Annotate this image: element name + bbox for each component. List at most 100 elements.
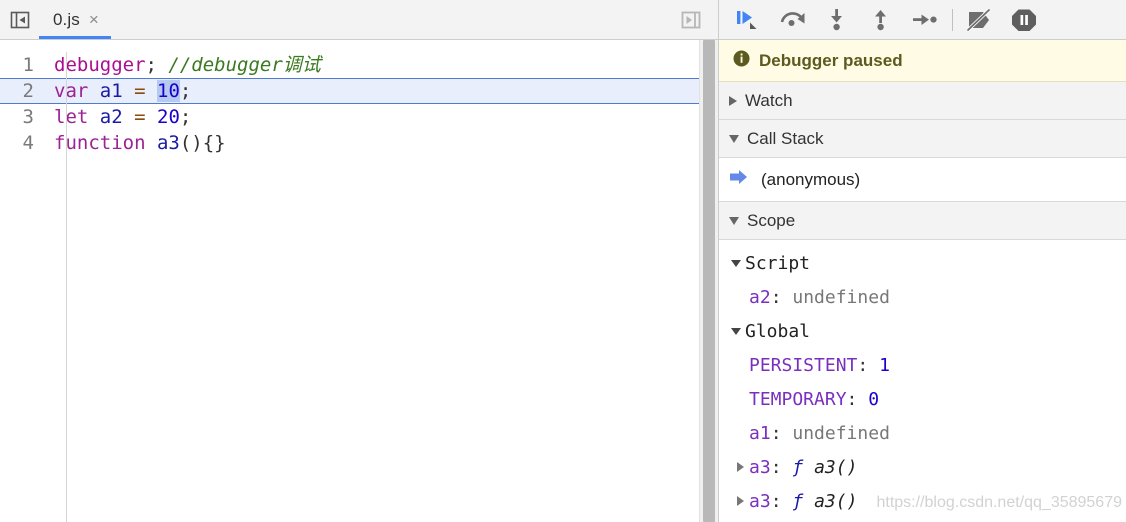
code-line[interactable]: 2 var a1 = 10; [0,78,718,104]
sources-pane: 0.js × 1 debugger; //debugger调试 2 var a1 = … [0,0,718,522]
line-number[interactable]: 3 [0,104,44,130]
section-title-call-stack: Call Stack [747,128,824,148]
code-line-text: let a2 = 20; [44,104,718,130]
scope-property-separator: : [770,286,793,308]
code-line-text: var a1 = 10; [44,78,718,104]
scope-property-separator: : [770,422,793,444]
code-line-list: 1 debugger; //debugger调试 2 var a1 = 10; 3 let… [0,52,718,156]
step-into-button[interactable] [815,4,859,36]
chevron-down-icon [731,327,741,335]
section-header-call-stack[interactable]: Call Stack [719,120,1126,158]
scope-group-label: Global [745,320,811,342]
line-number[interactable]: 2 [0,78,44,104]
code-token: a2 [99,106,123,128]
scope-group-global[interactable]: Global [719,314,1126,348]
chevron-down-icon [729,216,739,225]
code-token: ; [179,106,192,128]
code-token: function [54,132,146,154]
debugger-sidebar: Debugger paused Watch Call Stack (anonym… [718,0,1126,522]
step-over-button[interactable] [771,4,815,36]
toolbar-separator [952,8,953,31]
scope-property-name: a1 [749,422,771,444]
scope-property-name: a3 [749,490,771,512]
debugger-paused-text: Debugger paused [759,50,903,70]
section-header-watch[interactable]: Watch [719,82,1126,120]
code-token: debugger [54,54,146,76]
code-line[interactable]: 4 function a3(){} [0,130,718,156]
code-token: a1 [99,80,123,102]
code-token: var [54,80,89,102]
code-token: = [134,106,146,128]
scope-group-label: Script [745,252,811,274]
code-token: a3 [156,132,180,154]
code-token: 10 [157,80,180,102]
line-number[interactable]: 4 [0,130,44,156]
scope-property-name: a3 [749,456,771,478]
scope-property-value: undefined [792,422,890,444]
pause-on-exceptions-button[interactable] [1002,4,1046,36]
scope-property-separator: : [770,456,793,478]
show-panel-icon[interactable] [678,7,704,33]
scope-property-value: a3() [814,490,858,512]
code-line-text: debugger; //debugger调试 [44,52,718,78]
code-token: //debugger调试 [168,54,321,76]
editor-tab-0js[interactable]: 0.js × [39,0,111,39]
sources-scrollbar[interactable] [699,40,718,522]
section-header-scope[interactable]: Scope [719,202,1126,240]
chevron-down-icon [729,134,739,143]
code-token: 20 [157,106,180,128]
chevron-right-icon [737,462,744,472]
scope-property-separator: : [846,388,869,410]
scope-property-name: a2 [749,286,771,308]
section-title-watch: Watch [745,90,793,110]
scope-property-a3[interactable]: a3: ƒ a3() [719,484,1126,518]
resume-button[interactable] [727,4,771,36]
function-symbol-icon: ƒ [792,456,804,478]
close-icon[interactable]: × [89,11,99,28]
call-stack-frame-label: (anonymous) [761,169,861,189]
chevron-right-icon [737,496,744,506]
step-button[interactable] [903,4,947,36]
code-line[interactable]: 3 let a2 = 20; [0,104,718,130]
scope-property-value: 0 [868,388,880,410]
code-token: let [54,106,89,128]
call-stack-frame-anonymous[interactable]: (anonymous) [719,158,1126,202]
step-out-button[interactable] [859,4,903,36]
code-line[interactable]: 1 debugger; //debugger调试 [0,52,718,78]
sources-scrollbar-thumb[interactable] [703,40,715,522]
show-navigator-icon[interactable] [7,7,33,33]
scope-property-value: a3() [814,456,858,478]
scope-property-TEMPORARY[interactable]: TEMPORARY: 0 [719,382,1126,416]
info-icon [733,50,750,72]
code-token: ; [179,80,192,102]
scope-tree[interactable]: Script a2: undefined Global PERSISTENT: 1 TE… [719,240,1126,522]
line-number[interactable]: 1 [0,52,44,78]
active-frame-arrow-icon [729,169,749,190]
chevron-down-icon [731,259,741,267]
scope-property-PERSISTENT[interactable]: PERSISTENT: 1 [719,348,1126,382]
scope-property-a2[interactable]: a2: undefined [719,280,1126,314]
scope-property-separator: : [770,490,793,512]
scope-property-name: TEMPORARY [749,388,847,410]
scope-property-a3[interactable]: a3: ƒ a3() [719,450,1126,484]
scope-property-name: PERSISTENT [749,354,858,376]
gutter-divider [66,52,67,522]
devtools-sources-panel: 0.js × 1 debugger; //debugger调试 2 var a1 = … [0,0,1126,522]
code-token: (){} [179,132,226,154]
scope-property-a1[interactable]: a1: undefined [719,416,1126,450]
deactivate-breakpoints-button[interactable] [958,4,1002,36]
code-editor[interactable]: 1 debugger; //debugger调试 2 var a1 = 10; 3 let… [0,40,718,522]
scope-property-value: 1 [879,354,890,376]
scope-group-script[interactable]: Script [719,246,1126,280]
code-token: ; [145,54,157,76]
code-line-text: function a3(){} [44,130,718,156]
debugger-toolbar [719,0,1126,40]
